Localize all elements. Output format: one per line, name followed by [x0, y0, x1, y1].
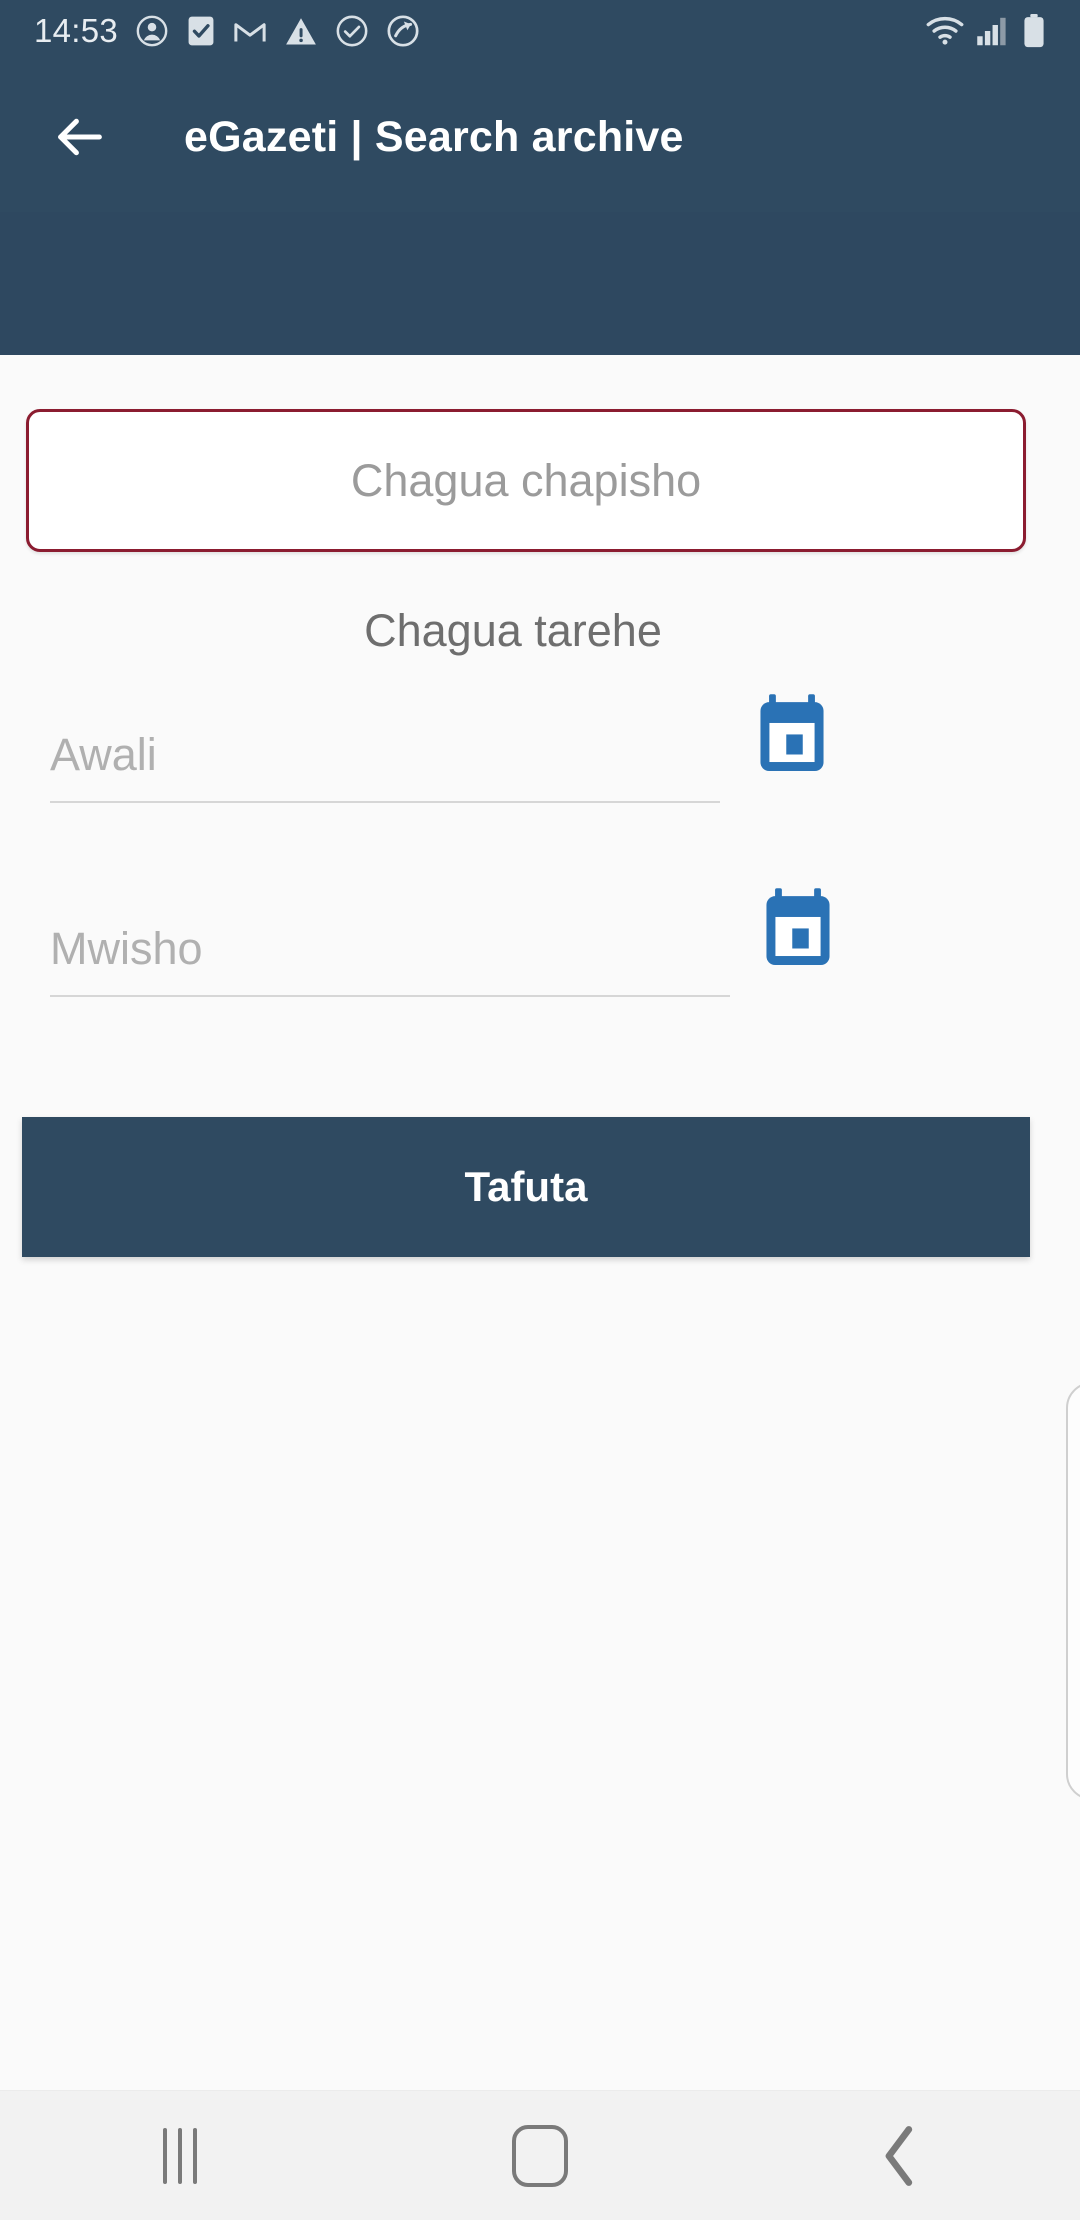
wifi-icon [926, 16, 964, 45]
status-clock: 14:53 [34, 12, 119, 49]
main-content: Chagua chapisho Chagua tarehe Awali Mwis… [0, 355, 1080, 2090]
end-date-row: Mwisho [50, 879, 1030, 997]
home-button[interactable] [360, 2091, 720, 2220]
app-bar-title: eGazeti | Search archive [184, 112, 684, 161]
app-bar: eGazeti | Search archive [0, 62, 1080, 212]
back-icon [885, 2125, 913, 2186]
search-button[interactable]: Tafuta [22, 1117, 1030, 1257]
warning-triangle-icon [286, 18, 316, 45]
gmail-icon [234, 23, 266, 42]
date-section-title: Chagua tarehe [364, 605, 662, 656]
end-date-placeholder-text: Mwisho [50, 923, 203, 974]
start-date-row: Awali [50, 685, 1030, 803]
start-date-calendar-button[interactable] [744, 685, 840, 781]
check-circle-icon [336, 15, 368, 47]
home-icon [512, 2124, 568, 2187]
end-date-underline [50, 995, 730, 997]
end-date-calendar-button[interactable] [750, 879, 846, 975]
search-button-label: Tafuta [464, 1163, 588, 1210]
cellular-signal-icon [977, 17, 1006, 46]
recents-button[interactable] [0, 2091, 360, 2220]
end-date-input[interactable]: Mwisho [50, 887, 730, 997]
start-date-placeholder-text: Awali [50, 729, 157, 780]
calendar-icon [766, 888, 830, 965]
back-arrow-button[interactable] [24, 62, 136, 212]
back-arrow-icon [58, 118, 102, 156]
checkbox-checked-icon [188, 16, 214, 46]
recents-icon [163, 2127, 197, 2184]
sync-arrow-icon [387, 15, 419, 47]
person-circle-icon [136, 15, 168, 47]
status-bar-left-group: 14:53 [34, 12, 420, 50]
app-bar-extension [0, 212, 1080, 355]
status-bar-right-group [926, 14, 1046, 48]
app-screen: 14:53 eGazeti | Search archive Chagua ch… [0, 0, 1080, 2220]
battery-full-icon [1024, 14, 1044, 48]
system-navigation-bar [0, 2090, 1080, 2220]
publication-placeholder-text: Chagua chapisho [350, 454, 702, 506]
publication-select-field[interactable]: Chagua chapisho [26, 409, 1026, 552]
start-date-underline [50, 801, 720, 803]
offscreen-panel-edge [1066, 1382, 1080, 1800]
nav-back-button[interactable] [720, 2091, 1080, 2220]
start-date-input[interactable]: Awali [50, 693, 720, 803]
status-bar: 14:53 [0, 0, 1080, 62]
calendar-icon [760, 694, 824, 771]
